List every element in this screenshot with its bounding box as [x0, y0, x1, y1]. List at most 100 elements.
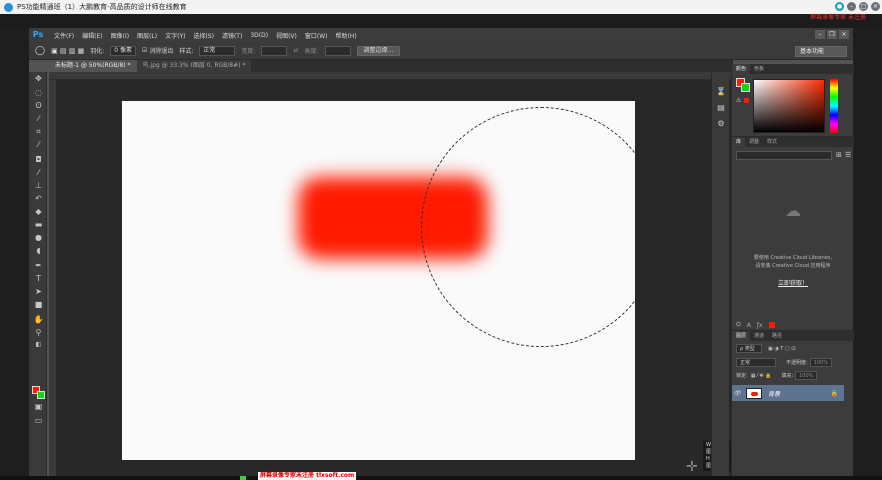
menu-image[interactable]: 图像(I)	[111, 31, 129, 40]
elliptical-selection[interactable]	[421, 107, 635, 347]
hand-tool-icon[interactable]: ✋	[33, 315, 44, 325]
move-tool-icon[interactable]: ✥	[33, 74, 44, 84]
websafe-swatch[interactable]	[744, 98, 749, 103]
lasso-tool-icon[interactable]: ʘ	[33, 101, 44, 111]
workspace-select[interactable]: 基本功能	[795, 46, 847, 57]
horizontal-ruler	[49, 72, 733, 80]
tab-paths[interactable]: 路径	[768, 331, 786, 341]
menu-filter[interactable]: 滤镜(T)	[222, 31, 242, 40]
layer-row-background[interactable]: 👁 背景 🔒	[732, 385, 844, 401]
library-search-input[interactable]	[736, 151, 832, 160]
menu-file[interactable]: 文件(F)	[54, 31, 74, 40]
menu-window[interactable]: 窗口(W)	[305, 31, 328, 40]
tab-untitled[interactable]: 未标题-1 @ 50%(RGB/8) *	[49, 60, 137, 72]
maximize-icon[interactable]: □	[859, 2, 868, 11]
layer-name[interactable]: 背景	[768, 389, 780, 398]
grid-view-icon[interactable]: ⊞	[836, 151, 842, 159]
zoom-tool-icon[interactable]: ⚲	[33, 328, 44, 338]
get-now-link[interactable]: 立即获取！	[736, 278, 850, 287]
warning-icon[interactable]: ⚠	[736, 97, 741, 104]
adjust-panel-icon[interactable]: ⚙	[715, 118, 727, 130]
fx-icon[interactable]: ƒx	[757, 322, 763, 329]
add-content-icon[interactable]: ⛭	[736, 321, 741, 329]
opacity-label: 不透明度:	[786, 360, 808, 366]
tab-swatches[interactable]: 色板	[750, 64, 768, 74]
color-picker-field[interactable]	[753, 79, 825, 133]
screen-mode-icon[interactable]: ▭	[33, 416, 44, 426]
opacity-input[interactable]: 100%	[809, 358, 832, 367]
tab-styles[interactable]: 样式	[763, 137, 781, 147]
elliptical-marquee-icon[interactable]: ◯	[35, 46, 45, 56]
blend-mode-select[interactable]: 正常	[736, 358, 776, 367]
width-input[interactable]	[261, 45, 288, 56]
hue-slider[interactable]	[830, 79, 838, 133]
marquee-tool-icon[interactable]: ◌	[33, 88, 44, 98]
layer-filter-select[interactable]: ρ 类型	[736, 344, 762, 353]
properties-panel-icon[interactable]: ▤	[715, 102, 727, 114]
background-color-swatch[interactable]	[37, 391, 45, 399]
close-icon[interactable]: ×	[871, 2, 880, 11]
tab-libraries[interactable]: 库	[732, 137, 746, 147]
stamp-tool-icon[interactable]: ⊥	[33, 181, 44, 191]
height-label: 高度:	[304, 48, 319, 55]
height-input[interactable]	[324, 45, 351, 56]
menu-help[interactable]: 帮助(H)	[336, 31, 357, 40]
window-titlebar: PS功能精通班（1）大鹏教育-高品质的设计师在线教育 屏幕录像专家 未注册 ● …	[0, 0, 882, 21]
recorder-watermark: 屏幕录像专家未注册 tlxsoft.com	[258, 472, 357, 480]
brush-tool-icon[interactable]: ⁄	[33, 168, 44, 178]
menu-type[interactable]: 文字(Y)	[165, 31, 185, 40]
type-tool-icon[interactable]: T	[33, 274, 44, 284]
selection-mode-icons[interactable]: ▣ ▤ ▥ ▦	[51, 47, 84, 55]
refine-edge-button[interactable]: 调整边缘...	[356, 45, 401, 56]
tab-channels[interactable]: 通道	[750, 331, 768, 341]
default-colors-icon[interactable]: ◧	[33, 340, 44, 350]
menu-3d[interactable]: 3D(D)	[250, 32, 268, 39]
lock-icons[interactable]: ▦ ⁄ ✥ 🔒	[751, 373, 772, 379]
minimize-icon[interactable]: –	[847, 2, 856, 11]
list-view-icon[interactable]: ☰	[845, 151, 851, 159]
tab-color[interactable]: 颜色	[732, 64, 751, 74]
quick-select-tool-icon[interactable]: ⁄	[33, 114, 44, 124]
panel-background-swatch[interactable]	[741, 83, 750, 92]
menu-select[interactable]: 选择(S)	[193, 31, 214, 40]
antialias-checkbox[interactable]: ☑	[142, 47, 147, 54]
tools-panel: ✥ ◌ ʘ ⁄ ⌗ ⁄ ◘ ⁄ ⊥ ↶ ◆ ▬ ● ◖ ✒ T ➤ ■ ✋ ⚲ …	[29, 72, 47, 476]
pen-tool-icon[interactable]: ✒	[33, 261, 44, 271]
feather-input[interactable]: 0 像素	[110, 45, 136, 56]
menu-edit[interactable]: 编辑(E)	[82, 31, 102, 40]
history-brush-tool-icon[interactable]: ↶	[33, 194, 44, 204]
window-title: PS功能精通班（1）大鹏教育-高品质的设计师在线教育	[17, 3, 187, 11]
canvas-area[interactable]: W : 7.94 厘米 H : 7.94 厘米 ✛	[57, 80, 733, 476]
rectangle-tool-icon[interactable]: ■	[33, 300, 44, 310]
fill-input[interactable]: 100%	[795, 371, 818, 380]
dodge-tool-icon[interactable]: ◖	[33, 246, 44, 256]
filter-icons[interactable]: ▣ ◑ T ▢ ⊡	[768, 346, 795, 352]
history-panel-icon[interactable]: ⌛	[715, 86, 727, 98]
crosshair-cursor-icon: ✛	[686, 459, 698, 475]
tab-adjustments[interactable]: 调整	[745, 137, 763, 147]
style-select[interactable]: 正常	[199, 45, 236, 56]
libraries-panel: 库 调整 样式 ⊞ ☰ ☁ 要使用 Creative Cloud Librari…	[732, 136, 854, 329]
path-select-tool-icon[interactable]: ➤	[33, 287, 44, 297]
healing-tool-icon[interactable]: ◘	[33, 155, 44, 165]
tab-bird[interactable]: 鸟.jpg @ 33.3% (图层 0, RGB/8#) *	[136, 60, 252, 72]
menu-view[interactable]: 视图(V)	[276, 31, 297, 40]
swap-icon[interactable]: ⇄	[293, 47, 298, 54]
gradient-tool-icon[interactable]: ▬	[33, 220, 44, 230]
eyedropper-tool-icon[interactable]: ⁄	[33, 140, 44, 150]
ps-close-icon[interactable]: ×	[839, 30, 849, 39]
document-canvas[interactable]	[122, 101, 635, 460]
color-chip-icon[interactable]	[768, 322, 775, 328]
ps-window-controls: – ❐ ×	[815, 30, 849, 39]
pin-icon[interactable]: ●	[835, 2, 844, 11]
char-style-icon[interactable]: A	[747, 322, 751, 329]
ps-restore-icon[interactable]: ❐	[827, 30, 837, 39]
menu-layer[interactable]: 图层(L)	[137, 31, 157, 40]
ps-minimize-icon[interactable]: –	[815, 30, 825, 39]
eraser-tool-icon[interactable]: ◆	[33, 207, 44, 217]
tab-layers[interactable]: 图层	[732, 331, 751, 341]
blur-tool-icon[interactable]: ●	[33, 233, 44, 243]
crop-tool-icon[interactable]: ⌗	[33, 127, 44, 137]
quick-mask-icon[interactable]: ▣	[33, 402, 44, 412]
visibility-eye-icon[interactable]: 👁	[732, 390, 742, 397]
